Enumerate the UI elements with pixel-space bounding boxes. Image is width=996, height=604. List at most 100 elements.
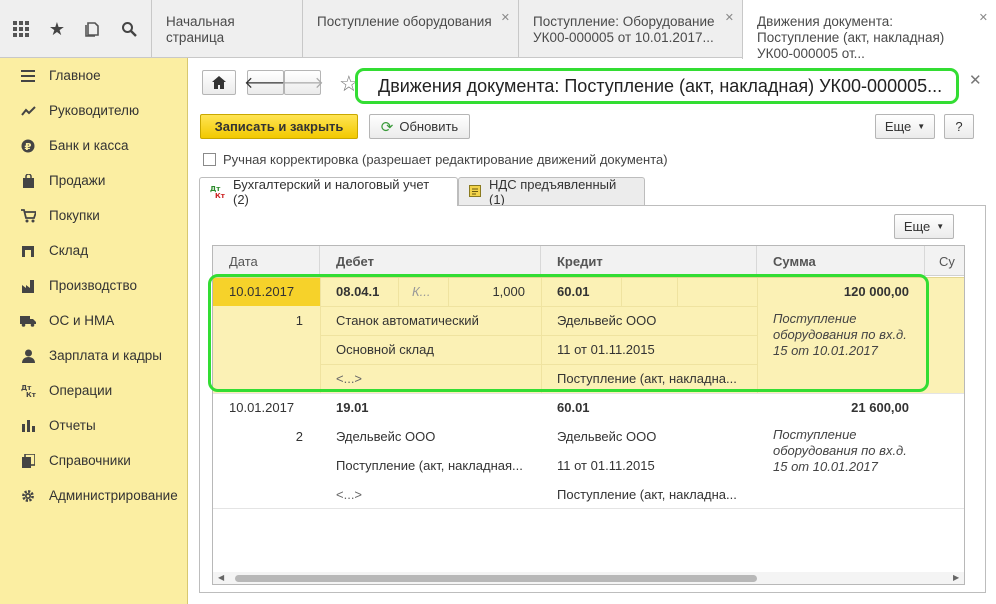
- cell-debit-account: 19.01: [336, 400, 369, 415]
- cell-debit-subconto-3: <...>: [336, 487, 363, 502]
- scroll-right-icon[interactable]: ▶: [953, 573, 959, 582]
- column-header-date[interactable]: Дата: [213, 246, 320, 276]
- menu-lines-icon: [20, 68, 36, 84]
- sidebar-item-label: Банк и касса: [49, 138, 129, 153]
- tab-equipment-receipt[interactable]: Поступление оборудования ✕: [302, 0, 518, 58]
- home-button[interactable]: [202, 70, 236, 95]
- shopping-cart-icon: [20, 208, 36, 224]
- sidebar-item-label: Продажи: [49, 173, 106, 188]
- sidebar-item-label: Зарплата и кадры: [49, 348, 162, 363]
- dt-kt-icon: Дт Кт: [20, 383, 36, 399]
- column-header-amount[interactable]: Сумма: [757, 246, 925, 276]
- selection-highlight-outline: [208, 274, 929, 392]
- scroll-left-icon[interactable]: ◀: [218, 573, 224, 582]
- tab-label: Движения документа: Поступление (акт, на…: [757, 14, 945, 61]
- manual-edit-checkbox[interactable]: [203, 153, 216, 166]
- more-label: Еще: [884, 119, 912, 134]
- book-icon: [20, 453, 36, 469]
- sidebar-item-reports[interactable]: Отчеты: [0, 408, 188, 443]
- sidebar-item-fixed-assets[interactable]: ОС и НМА: [0, 303, 188, 338]
- refresh-button[interactable]: ⟳ Обновить: [369, 114, 470, 139]
- tab-receipt-document[interactable]: Поступление: Оборудование УК00-000005 от…: [518, 0, 742, 58]
- sidebar-item-sales[interactable]: Продажи: [0, 163, 188, 198]
- tab-accounting[interactable]: Дт Кт Бухгалтерский и налоговый учет (2): [199, 177, 458, 207]
- home-icon: [212, 76, 226, 89]
- table-row[interactable]: 10.01.2017 2 19.01 Эдельвейс ООО Поступл…: [213, 393, 964, 509]
- trend-chart-icon: [20, 103, 36, 119]
- chevron-down-icon: ▼: [936, 222, 945, 231]
- sidebar-item-catalogs[interactable]: Справочники: [0, 443, 188, 478]
- person-icon: [20, 348, 36, 364]
- sidebar-item-label: Руководителю: [49, 103, 140, 118]
- cell-amount: 21 600,00: [851, 400, 909, 415]
- more-button[interactable]: Еще ▼: [875, 114, 935, 139]
- help-button[interactable]: ?: [944, 114, 974, 139]
- cell-credit-subconto-2: 11 от 01.11.2015: [557, 458, 655, 473]
- bar-chart-icon: [20, 418, 36, 434]
- svg-text:Кт: Кт: [26, 391, 36, 398]
- factory-icon: [20, 278, 36, 294]
- column-header-debit[interactable]: Дебет: [320, 246, 541, 276]
- star-icon[interactable]: ★: [46, 18, 68, 40]
- svg-text:Кт: Кт: [215, 192, 225, 199]
- close-icon[interactable]: ✕: [969, 71, 982, 89]
- sidebar-item-main[interactable]: Главное: [0, 58, 188, 93]
- sidebar-item-label: Отчеты: [49, 418, 96, 433]
- chevron-down-icon: ▼: [917, 122, 926, 131]
- tab-label: Начальная страница: [166, 14, 235, 45]
- manual-edit-checkbox-row[interactable]: Ручная корректировка (разрешает редактир…: [203, 152, 668, 167]
- sidebar-item-label: Производство: [49, 278, 138, 293]
- apps-grid-icon[interactable]: [10, 18, 32, 40]
- sidebar-item-warehouse[interactable]: Склад: [0, 233, 188, 268]
- top-bar: ★ Начальная страница Поступление оборудо…: [0, 0, 996, 61]
- column-header-extra[interactable]: Су: [925, 246, 964, 276]
- cell-credit-account: 60.01: [557, 400, 590, 415]
- save-and-close-button[interactable]: Записать и закрыть: [200, 114, 358, 139]
- sidebar-item-bank[interactable]: ₽ Банк и касса: [0, 128, 188, 163]
- refresh-label: Обновить: [399, 119, 459, 134]
- cell-debit-subconto-1: Эдельвейс ООО: [336, 429, 436, 444]
- history-icon[interactable]: [82, 18, 104, 40]
- search-icon[interactable]: [118, 18, 140, 40]
- close-icon[interactable]: ✕: [501, 10, 510, 26]
- close-icon[interactable]: ✕: [725, 10, 734, 26]
- grid-more-button[interactable]: Еще ▼: [894, 214, 954, 239]
- refresh-icon: ⟳: [380, 118, 394, 136]
- sidebar-item-production[interactable]: Производство: [0, 268, 188, 303]
- tab-panel: Еще ▼ Дата Дебет Кредит Сумма Су 10.01.2…: [199, 205, 986, 593]
- sidebar-item-manager[interactable]: Руководителю: [0, 93, 188, 128]
- sidebar-item-label: Главное: [49, 68, 101, 83]
- top-icons: ★: [0, 0, 150, 58]
- sidebar-item-label: ОС и НМА: [49, 313, 115, 328]
- tab-vat[interactable]: НДС предъявленный (1): [458, 176, 645, 207]
- table-header: Дата Дебет Кредит Сумма Су: [213, 246, 964, 276]
- sidebar-item-administration[interactable]: Администрирование: [0, 478, 188, 513]
- page-title: Движения документа: Поступление (акт, на…: [355, 68, 959, 104]
- horizontal-scrollbar[interactable]: ◀ ▶: [213, 572, 964, 584]
- document-icon: [469, 184, 481, 199]
- sidebar-item-operations[interactable]: Дт Кт Операции: [0, 373, 188, 408]
- tab-document-movements[interactable]: Движения документа: Поступление (акт, на…: [742, 0, 996, 61]
- gear-icon: [20, 488, 36, 504]
- sidebar: Главное Руководителю ₽ Банк и касса Прод…: [0, 58, 188, 604]
- tab-label: Поступление: Оборудование УК00-000005 от…: [533, 14, 715, 45]
- sidebar-item-salary[interactable]: Зарплата и кадры: [0, 338, 188, 373]
- back-button[interactable]: 🡐: [244, 70, 287, 95]
- tab-home[interactable]: Начальная страница: [151, 0, 302, 58]
- manual-edit-label: Ручная корректировка (разрешает редактир…: [223, 152, 668, 167]
- cell-debit-subconto-2: Поступление (акт, накладная...: [336, 458, 523, 473]
- close-icon[interactable]: ✕: [979, 10, 988, 26]
- cell-content: Поступление оборудования по вх.д. 15 от …: [773, 427, 907, 474]
- forward-button[interactable]: 🡒: [281, 70, 324, 95]
- column-header-credit[interactable]: Кредит: [541, 246, 757, 276]
- scrollbar-thumb[interactable]: [235, 575, 757, 582]
- sidebar-item-purchases[interactable]: Покупки: [0, 198, 188, 233]
- sidebar-item-label: Покупки: [49, 208, 100, 223]
- tab-label: Поступление оборудования: [317, 14, 492, 29]
- tab-label: Бухгалтерский и налоговый учет (2): [233, 177, 430, 207]
- cell-line-number: 2: [295, 429, 303, 444]
- sidebar-item-label: Операции: [49, 383, 113, 398]
- cell-date: 10.01.2017: [229, 400, 295, 415]
- sidebar-item-label: Справочники: [49, 453, 131, 468]
- tab-label: НДС предъявленный (1): [489, 176, 617, 207]
